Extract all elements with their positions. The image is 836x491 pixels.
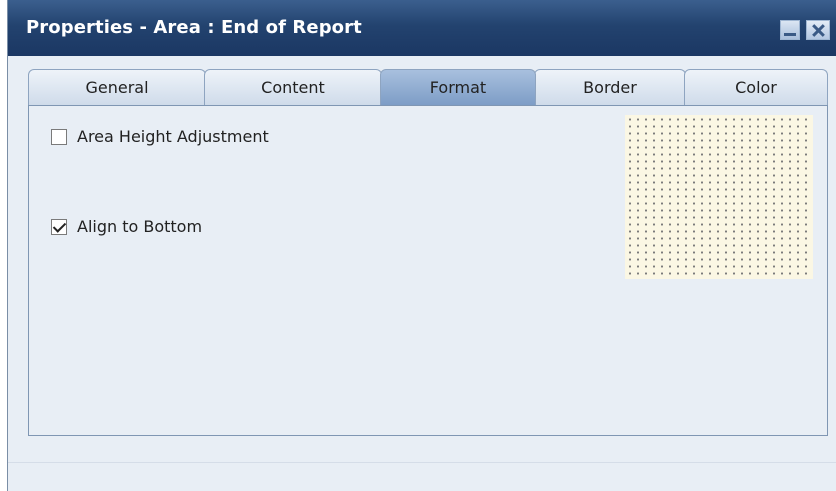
window-footer-divider [8, 462, 836, 463]
tab-general[interactable]: General [28, 69, 206, 105]
close-button[interactable] [806, 20, 830, 40]
tab-color[interactable]: Color [684, 69, 828, 105]
tab-border-label: Border [583, 78, 637, 97]
title-bar[interactable]: Properties - Area : End of Report [8, 0, 836, 56]
area-height-adjustment-checkbox[interactable] [51, 128, 67, 145]
tab-content[interactable]: Content [204, 69, 382, 105]
tab-border[interactable]: Border [534, 69, 686, 105]
tab-general-label: General [85, 78, 149, 97]
tab-format-label: Format [429, 78, 487, 97]
area-preview-grid [625, 115, 813, 279]
area-height-adjustment-option[interactable]: Area Height Adjustment [51, 127, 269, 146]
align-to-bottom-checkbox[interactable] [51, 218, 67, 235]
properties-window: Properties - Area : End of Report Genera… [7, 0, 836, 491]
format-panel: Area Height Adjustment Align to Bottom [28, 105, 828, 436]
align-to-bottom-label: Align to Bottom [77, 217, 203, 236]
window-title: Properties - Area : End of Report [26, 17, 362, 38]
tab-format[interactable]: Format [380, 69, 536, 105]
align-to-bottom-option[interactable]: Align to Bottom [51, 217, 202, 236]
tab-color-label: Color [735, 78, 777, 97]
minimize-button[interactable] [780, 20, 800, 40]
tab-content-label: Content [261, 78, 325, 97]
tab-strip: General Content Format Border Color [28, 69, 828, 105]
area-height-adjustment-label: Area Height Adjustment [77, 127, 269, 146]
